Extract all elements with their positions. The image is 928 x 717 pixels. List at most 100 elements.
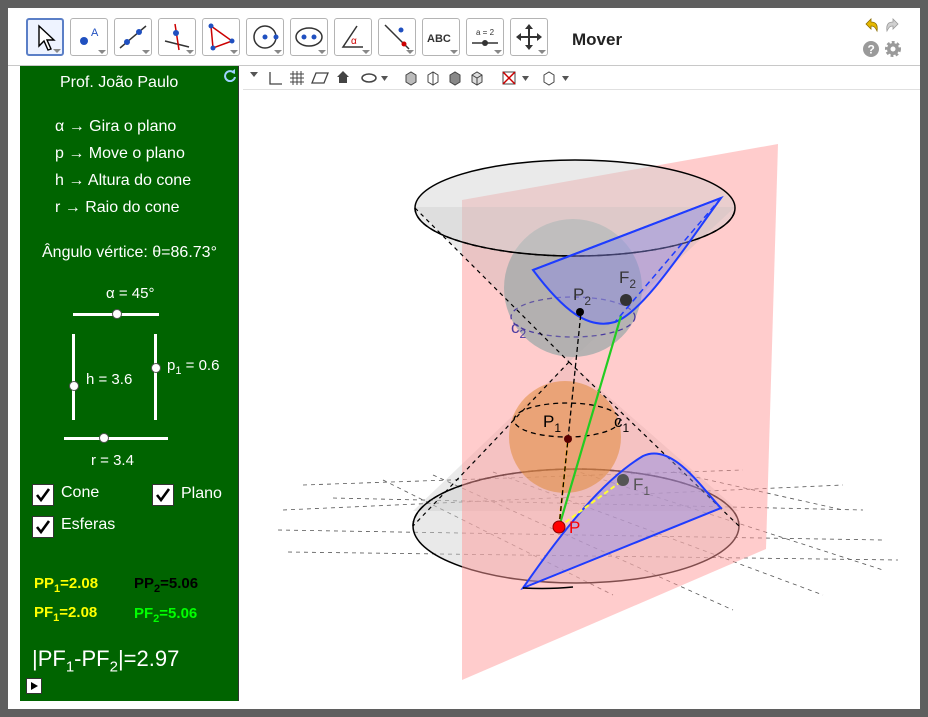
undo-icon[interactable] [862, 16, 880, 34]
dropdown-triangle-icon [186, 50, 194, 54]
move-view-tool-button[interactable] [510, 18, 548, 56]
redo-icon[interactable] [884, 16, 902, 34]
reflect-tool-button[interactable] [378, 18, 416, 56]
pp1-measure: PP1=2.08 [34, 575, 99, 595]
label-p: P [569, 518, 580, 537]
dropdown-triangle-icon [53, 49, 61, 53]
h-slider-knob[interactable] [69, 381, 79, 391]
point-p2[interactable] [576, 308, 584, 316]
ellipse-icon [295, 27, 323, 47]
axes-toggle-icon[interactable] [267, 70, 283, 86]
pf2-measure: PF2=5.06 [134, 605, 198, 625]
r-slider-track[interactable] [64, 437, 168, 440]
gear-icon[interactable] [884, 40, 902, 58]
rotate-view-icon[interactable] [361, 70, 389, 86]
conic-tool-button[interactable] [290, 18, 328, 56]
svg-text:ABC: ABC [427, 33, 451, 45]
dropdown-triangle-icon [318, 50, 326, 54]
vertex-angle-text: Ângulo vértice: θ=86.73° [42, 244, 217, 261]
focus-f2-point[interactable] [620, 294, 632, 306]
angle-tool-button[interactable]: α [334, 18, 372, 56]
focus-f1-point[interactable] [617, 474, 629, 486]
dropdown-triangle-icon [142, 50, 150, 54]
home-icon[interactable] [335, 69, 351, 85]
legend-alpha: α → Gira o plano [55, 118, 177, 135]
pp2-measure: PP2=5.06 [134, 575, 199, 595]
perpendicular-tool-button[interactable] [158, 18, 196, 56]
circle-icon [253, 25, 279, 49]
plane-toggle-icon[interactable] [311, 70, 329, 86]
help-icon[interactable]: ? [862, 40, 880, 58]
point-p1[interactable] [564, 435, 572, 443]
legend-p: p → Move o plano [55, 145, 185, 162]
checkmark-icon [35, 520, 51, 535]
tool-mode-label: Mover [572, 30, 623, 49]
point-icon: A [80, 27, 99, 45]
line-tool-button[interactable] [114, 18, 152, 56]
conic-section-scene[interactable]: P2 F2 c2 P1 c1 F1 P [243, 90, 920, 701]
view-side-icon[interactable] [425, 70, 441, 86]
focal-difference-text: |PF1-PF2|=2.97 [32, 646, 180, 676]
play-animation-button[interactable] [26, 678, 42, 694]
esferas-checkbox[interactable] [32, 516, 54, 538]
angle-icon: α [341, 25, 363, 48]
play-icon [31, 682, 38, 690]
view-default-icon[interactable] [469, 70, 485, 86]
text-tool-button[interactable]: ABC [422, 18, 460, 56]
esferas-checkbox-label[interactable]: Esferas [61, 516, 115, 534]
legend-h: h → Altura do cone [55, 172, 192, 189]
circle-tool-button[interactable] [246, 18, 284, 56]
slider-tool-button[interactable]: a = 2 [466, 18, 504, 56]
text-icon: ABC [427, 33, 451, 45]
p1-slider-knob[interactable] [151, 363, 161, 373]
h-slider-label: h = 3.6 [86, 371, 133, 388]
projection-icon[interactable] [541, 70, 571, 86]
cone-checkbox[interactable] [32, 484, 54, 506]
legend-r: r → Raio do cone [55, 199, 180, 216]
polygon-tool-button[interactable] [202, 18, 240, 56]
dropdown-triangle-icon [538, 50, 546, 54]
slider-icon: a = 2 [472, 28, 498, 46]
dropdown-triangle-icon [362, 50, 370, 54]
line-icon [119, 25, 147, 49]
checkmark-icon [155, 488, 171, 503]
plano-checkbox-label[interactable]: Plano [181, 485, 222, 503]
pf1-measure: PF1=2.08 [34, 604, 98, 624]
control-panel: Prof. João Paulo α → Gira o plano p → Mo… [20, 66, 239, 701]
svg-text:α: α [351, 36, 357, 47]
svg-text:A: A [91, 27, 99, 39]
graphics-3d-view[interactable]: P2 F2 c2 P1 c1 F1 P [243, 90, 920, 701]
grid-toggle-icon[interactable] [289, 70, 305, 86]
clipping-icon[interactable] [501, 70, 531, 86]
r-slider-knob[interactable] [99, 433, 109, 443]
move-tool-button[interactable] [26, 18, 64, 56]
checkmark-icon [35, 488, 51, 503]
plano-checkbox[interactable] [152, 484, 174, 506]
point-tool-button[interactable]: A [70, 18, 108, 56]
polygon-icon [208, 23, 235, 51]
dropdown-triangle-icon [406, 50, 414, 54]
refresh-icon[interactable] [223, 68, 237, 82]
svg-text:a = 2: a = 2 [476, 28, 495, 37]
alpha-slider-label: α = 45° [106, 285, 155, 302]
view3d-style-bar [243, 66, 920, 90]
dropdown-triangle-icon [230, 50, 238, 54]
alpha-slider-knob[interactable] [112, 309, 122, 319]
cone-checkbox-label[interactable]: Cone [61, 484, 99, 502]
author-label: Prof. João Paulo [60, 74, 179, 91]
perpendicular-icon [164, 23, 190, 51]
view-top-icon[interactable] [447, 70, 463, 86]
r-slider-label: r = 3.4 [91, 452, 134, 469]
point-p[interactable] [552, 520, 566, 534]
dropdown-triangle-icon [274, 50, 282, 54]
dropdown-triangle-icon [494, 50, 502, 54]
style-bar-toggle-icon[interactable] [249, 70, 259, 80]
reflect-icon [384, 24, 410, 50]
svg-text:?: ? [868, 43, 875, 57]
view-front-icon[interactable] [403, 70, 419, 86]
dropdown-triangle-icon [98, 50, 106, 54]
p1-slider-track[interactable] [154, 334, 157, 420]
h-slider-track[interactable] [72, 334, 75, 420]
main-toolbar: A α ABC a = 2 Mover ? [8, 8, 920, 66]
dropdown-triangle-icon [450, 50, 458, 54]
